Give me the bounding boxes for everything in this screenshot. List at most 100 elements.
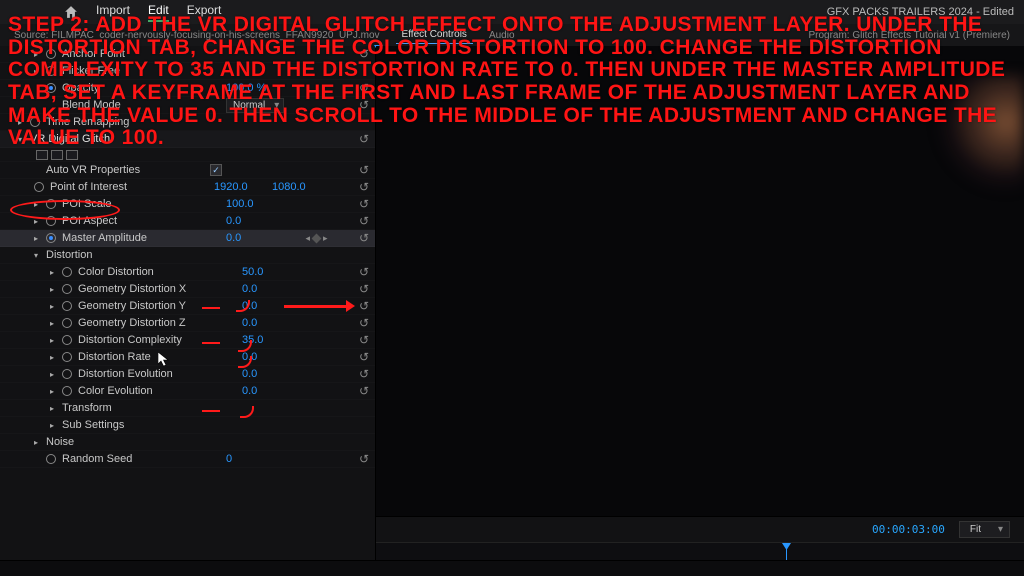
twirl-icon[interactable]: ▸ xyxy=(34,67,44,76)
stopwatch-icon[interactable] xyxy=(62,267,72,277)
twirl-icon[interactable]: ▸ xyxy=(50,302,60,311)
reset-icon[interactable]: ↺ xyxy=(359,316,369,330)
twirl-icon[interactable]: ▸ xyxy=(50,387,60,396)
stopwatch-icon[interactable] xyxy=(46,199,56,209)
row-sub-settings[interactable]: ▸ Sub Settings xyxy=(0,417,375,434)
twirl-icon[interactable]: ▸ xyxy=(50,268,60,277)
prev-keyframe-icon[interactable]: ◂ xyxy=(305,233,310,244)
row-geometry-distortion-z[interactable]: ▸ Geometry Distortion Z 0.0 ↺ xyxy=(0,315,375,332)
prop-value[interactable]: 0.0 xyxy=(242,351,294,363)
reset-icon[interactable]: ↺ xyxy=(359,367,369,381)
twirl-icon[interactable]: ▸ xyxy=(34,438,44,447)
row-geometry-distortion-y[interactable]: ▸ Geometry Distortion Y 0.0 ↺ xyxy=(0,298,375,315)
preview-ruler[interactable] xyxy=(376,542,1024,560)
keyframe-nav[interactable]: ◂ ▸ xyxy=(305,233,327,244)
prop-value[interactable]: 0.0 xyxy=(242,368,294,380)
twirl-icon[interactable]: ▾ xyxy=(18,135,28,144)
next-keyframe-icon[interactable]: ▸ xyxy=(323,233,328,244)
twirl-icon[interactable] xyxy=(34,84,44,93)
row-geometry-distortion-x[interactable]: ▸ Geometry Distortion X 0.0 ↺ xyxy=(0,281,375,298)
row-color-distortion[interactable]: ▸ Color Distortion 50.0 ↺ xyxy=(0,264,375,281)
stopwatch-icon[interactable] xyxy=(46,216,56,226)
twirl-icon[interactable]: ▸ xyxy=(34,234,44,243)
stopwatch-icon[interactable] xyxy=(30,117,40,127)
stopwatch-icon[interactable] xyxy=(62,386,72,396)
twirl-icon[interactable]: ▸ xyxy=(50,336,60,345)
twirl-icon[interactable]: ▸ xyxy=(18,118,28,127)
fit-dropdown[interactable]: Fit xyxy=(959,521,1010,538)
twirl-icon[interactable]: ▸ xyxy=(50,404,60,413)
stopwatch-icon[interactable] xyxy=(46,454,56,464)
row-distortion-complexity[interactable]: ▸ Distortion Complexity 35.0 ↺ xyxy=(0,332,375,349)
reset-icon[interactable]: ↺ xyxy=(359,98,369,112)
stopwatch-icon[interactable] xyxy=(62,352,72,362)
reset-icon[interactable]: ↺ xyxy=(359,163,369,177)
timecode[interactable]: 00:00:03:00 xyxy=(872,523,945,536)
reset-icon[interactable]: ↺ xyxy=(359,452,369,466)
row-transform[interactable]: ▸ Transform xyxy=(0,400,375,417)
stopwatch-icon[interactable] xyxy=(62,369,72,379)
add-keyframe-icon[interactable] xyxy=(312,233,322,243)
row-poi-aspect[interactable]: ▸ POI Aspect 0.0 ↺ xyxy=(0,213,375,230)
prop-value[interactable]: 100.0 xyxy=(226,198,278,210)
twirl-icon[interactable]: ▸ xyxy=(50,319,60,328)
reset-icon[interactable]: ↺ xyxy=(359,81,369,95)
row-poi-scale[interactable]: ▸ POI Scale 100.0 ↺ xyxy=(0,196,375,213)
stopwatch-icon[interactable] xyxy=(46,233,56,243)
twirl-icon[interactable]: ▸ xyxy=(50,285,60,294)
prop-value[interactable]: 0.0 xyxy=(226,232,278,244)
reset-icon[interactable]: ↺ xyxy=(359,265,369,279)
prop-value[interactable]: 100.0 % xyxy=(226,82,278,94)
twirl-icon[interactable]: ▸ xyxy=(34,200,44,209)
row-distortion-rate[interactable]: ▸ Distortion Rate 0.0 ↺ xyxy=(0,349,375,366)
stopwatch-icon[interactable] xyxy=(62,284,72,294)
mask-shape-icons[interactable] xyxy=(36,150,78,160)
prop-value-y[interactable]: 1080.0 xyxy=(272,181,306,193)
preview-playhead[interactable] xyxy=(786,543,787,560)
twirl-icon[interactable] xyxy=(34,455,44,464)
reset-icon[interactable]: ↺ xyxy=(359,282,369,296)
stopwatch-icon[interactable] xyxy=(62,318,72,328)
row-flicker[interactable]: ▸ Flicker Free xyxy=(0,63,375,80)
reset-icon[interactable]: ↺ xyxy=(359,180,369,194)
row-distortion-evolution[interactable]: ▸ Distortion Evolution 0.0 ↺ xyxy=(0,366,375,383)
prop-value[interactable]: 35.0 xyxy=(242,334,294,346)
row-blend-mode[interactable]: Blend Mode Normal ↺ xyxy=(0,97,375,114)
prop-value[interactable]: 0.0 xyxy=(242,283,294,295)
row-time-remapping[interactable]: ▸ Time Remapping xyxy=(0,114,375,131)
menu-export[interactable]: Export xyxy=(187,3,222,22)
twirl-icon[interactable]: ▸ xyxy=(34,217,44,226)
stopwatch-icon[interactable] xyxy=(46,66,56,76)
reset-icon[interactable]: ↺ xyxy=(359,197,369,211)
stopwatch-icon[interactable] xyxy=(46,49,56,59)
blend-mode-dropdown[interactable]: Normal xyxy=(226,98,284,113)
twirl-icon[interactable]: ▾ xyxy=(34,251,44,260)
twirl-icon[interactable]: ▸ xyxy=(50,353,60,362)
twirl-icon[interactable]: ▸ xyxy=(34,50,44,59)
reset-icon[interactable]: ↺ xyxy=(359,231,369,245)
tab-program[interactable]: Program: Glitch Effects Tutorial v1 (Pre… xyxy=(802,27,1016,44)
reset-icon[interactable]: ↺ xyxy=(359,384,369,398)
row-auto-vr[interactable]: Auto VR Properties ↺ xyxy=(0,162,375,179)
prop-value[interactable]: 0.0 xyxy=(242,317,294,329)
prop-value[interactable]: 50.0 xyxy=(242,266,294,278)
reset-icon[interactable]: ↺ xyxy=(359,47,369,61)
stopwatch-icon[interactable] xyxy=(62,335,72,345)
tab-effect-controls[interactable]: Effect Controls xyxy=(396,26,473,44)
row-color-evolution[interactable]: ▸ Color Evolution 0.0 ↺ xyxy=(0,383,375,400)
row-master-amplitude[interactable]: ▸ Master Amplitude 0.0 ◂ ▸ ↺ xyxy=(0,230,375,247)
menu-import[interactable]: Import xyxy=(96,3,130,22)
tab-source[interactable]: Source: FILMPAC_coder-nervously-focusing… xyxy=(8,27,386,44)
row-random-seed[interactable]: Random Seed 0 ↺ xyxy=(0,451,375,468)
auto-vr-checkbox[interactable] xyxy=(210,164,222,176)
stopwatch-icon[interactable] xyxy=(62,301,72,311)
prop-value[interactable]: 0.0 xyxy=(226,215,278,227)
twirl-icon[interactable]: ▸ xyxy=(50,421,60,430)
prop-value[interactable]: 0 xyxy=(226,453,278,465)
twirl-icon[interactable] xyxy=(34,101,44,110)
reset-icon[interactable]: ↺ xyxy=(359,214,369,228)
row-distortion-group[interactable]: ▾ Distortion xyxy=(0,247,375,264)
row-vr-digital-glitch[interactable]: ▾ VR Digital Glitch ↺ xyxy=(0,131,375,148)
home-icon[interactable] xyxy=(64,5,78,19)
row-opacity[interactable]: Opacity 100.0 % ↺ xyxy=(0,80,375,97)
